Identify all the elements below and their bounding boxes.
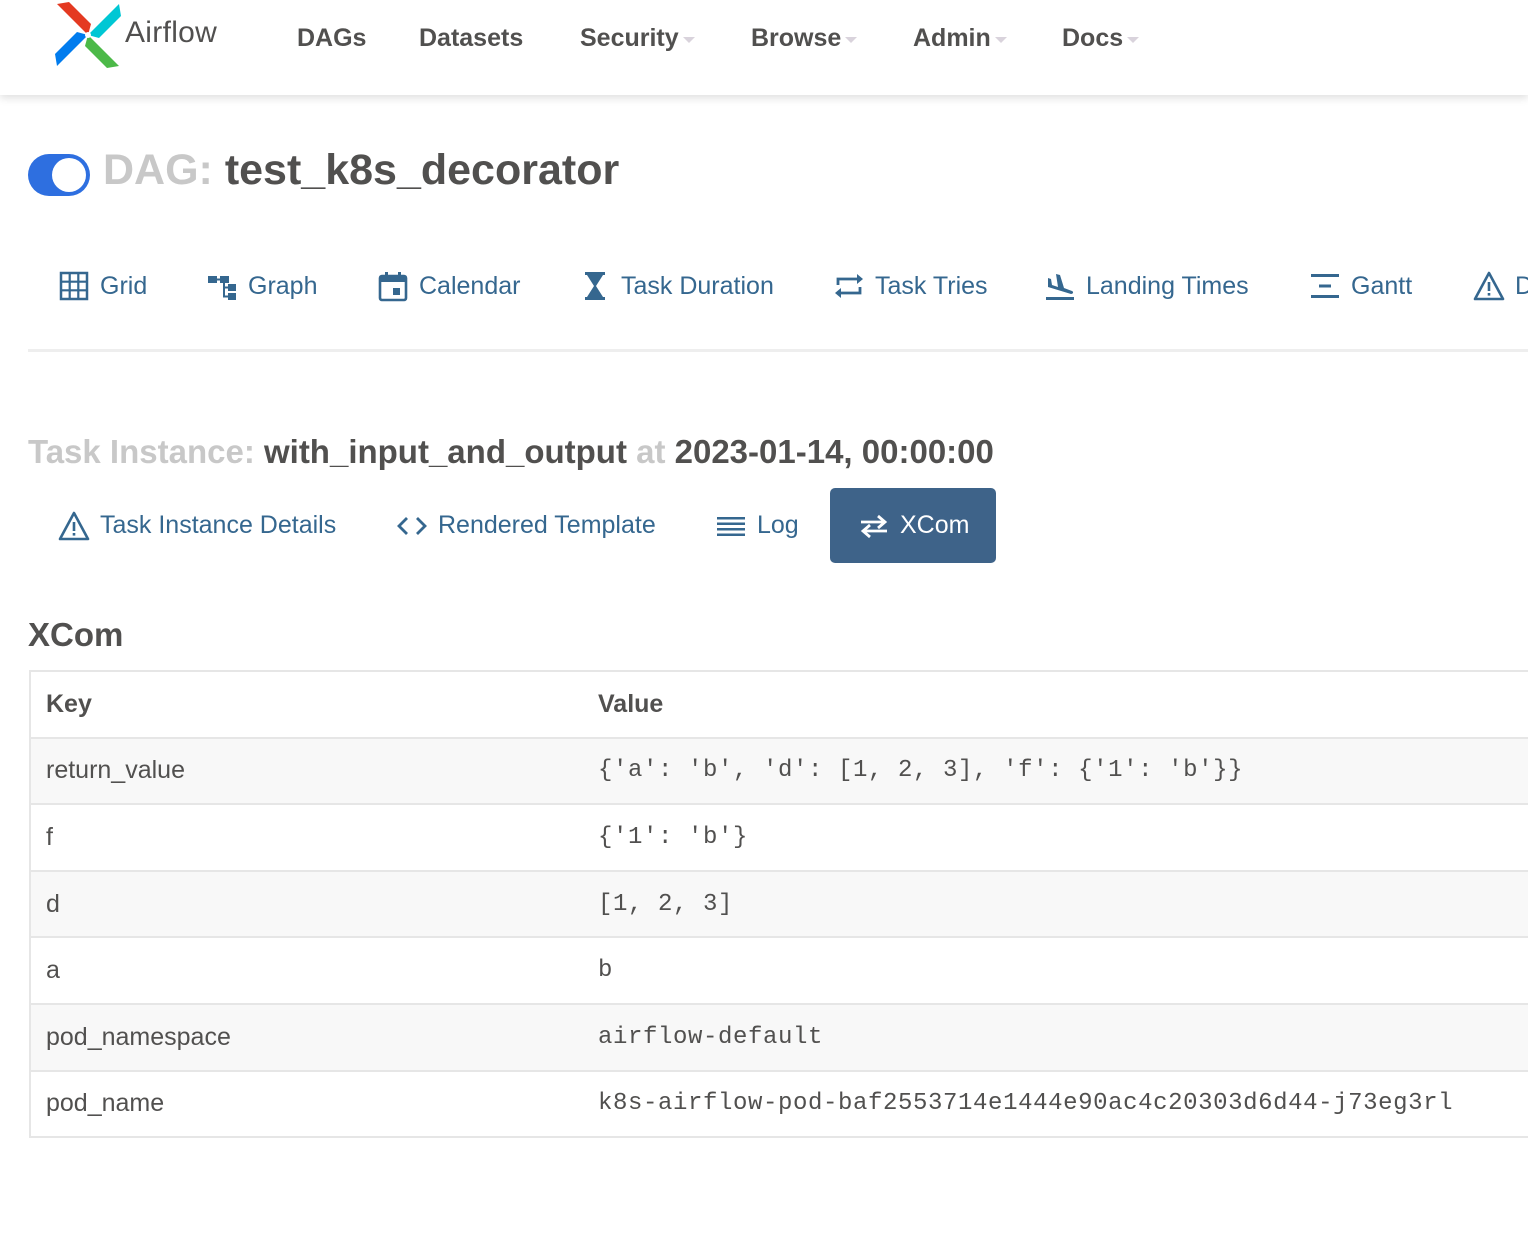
xcom-value: b	[598, 937, 1528, 1005]
nav-browse-dropdown[interactable]: Browse	[751, 24, 858, 53]
grid-icon	[59, 271, 89, 301]
tab-task-duration[interactable]: Task Duration	[579, 266, 774, 306]
tab-log[interactable]: Log	[715, 488, 799, 563]
hourglass-icon	[585, 272, 605, 300]
xcom-key: f	[30, 804, 598, 872]
list-lines-icon	[717, 516, 745, 536]
tab-calendar-label: Calendar	[419, 271, 521, 300]
table-row: pod_name k8s-airflow-pod-baf2553714e1444…	[30, 1070, 1528, 1139]
brand-name: Airflow	[125, 16, 218, 49]
at-label: at	[636, 433, 666, 470]
nav-docs-label: Docs	[1062, 24, 1124, 52]
dag-id: test_k8s_decorator	[224, 146, 620, 194]
warning-triangle-icon	[1473, 271, 1505, 301]
nav-security-label: Security	[580, 24, 679, 52]
nav-datasets[interactable]: Datasets	[419, 24, 523, 53]
nav-docs-dropdown[interactable]: Docs	[1062, 24, 1140, 53]
task-instance-prefix: Task Instance:	[28, 433, 255, 470]
xcom-value: {'a': 'b', 'd': [1, 2, 3], 'f': {'1': 'b…	[598, 737, 1528, 806]
tab-rendered-template[interactable]: Rendered Template	[396, 488, 656, 563]
xcom-value: k8s-airflow-pod-baf2553714e1444e90ac4c20…	[598, 1070, 1528, 1139]
table-row: d [1, 2, 3]	[30, 870, 1528, 939]
gantt-icon	[1311, 274, 1339, 298]
nav-admin-label: Admin	[913, 24, 991, 52]
tab-calendar[interactable]: Calendar	[377, 266, 520, 306]
tab-grid-label: Grid	[100, 271, 148, 300]
column-header-value: Value	[598, 671, 1528, 739]
execution-date: 2023-01-14, 00:00:00	[674, 433, 994, 470]
tab-grid[interactable]: Grid	[58, 266, 147, 306]
xcom-key: d	[30, 870, 598, 939]
exchange-arrows-icon	[860, 514, 888, 538]
xcom-table: Key Value return_value {'a': 'b', 'd': […	[29, 670, 1528, 1139]
retry-icon	[835, 274, 863, 298]
xcom-value: airflow-default	[598, 1003, 1528, 1072]
task-instance-title: Task Instance: with_input_and_output at …	[28, 433, 994, 471]
dag-title: DAG: test_k8s_decorator	[103, 146, 619, 195]
xcom-key: pod_name	[30, 1070, 598, 1139]
code-icon	[397, 516, 427, 535]
nav-admin-dropdown[interactable]: Admin	[913, 24, 1007, 53]
tab-landing-times[interactable]: Landing Times	[1044, 266, 1249, 306]
table-row: a b	[30, 937, 1528, 1005]
tab-task-tries[interactable]: Task Tries	[833, 266, 988, 306]
task-id: with_input_and_output	[263, 433, 627, 470]
tab-task-tries-label: Task Tries	[875, 271, 988, 300]
tab-rendered-template-label: Rendered Template	[438, 511, 656, 539]
nav-datasets-label: Datasets	[419, 24, 524, 52]
tab-xcom[interactable]: XCom	[830, 488, 996, 563]
tab-gantt-label: Gantt	[1351, 271, 1413, 300]
nav-dags[interactable]: DAGs	[297, 24, 366, 53]
caret-down-icon	[994, 37, 1007, 43]
tab-dag-details-label: D	[1515, 271, 1528, 300]
airflow-pinwheel-icon	[55, 2, 121, 68]
graph-icon	[208, 276, 236, 300]
xcom-value: {'1': 'b'}	[598, 804, 1528, 872]
tabs-divider	[28, 349, 1528, 352]
tab-dag-details[interactable]: D	[1473, 266, 1528, 306]
tab-task-duration-label: Task Duration	[621, 271, 774, 300]
warning-triangle-icon	[58, 511, 90, 540]
xcom-key: return_value	[30, 737, 598, 806]
top-navbar: Airflow DAGs Datasets Security Browse Ad…	[0, 0, 1528, 95]
toggle-knob	[52, 158, 86, 192]
nav-security-dropdown[interactable]: Security	[580, 24, 695, 53]
plane-landing-icon	[1046, 274, 1074, 300]
xcom-value: [1, 2, 3]	[598, 870, 1528, 939]
caret-down-icon	[1127, 37, 1140, 43]
caret-down-icon	[682, 37, 695, 43]
tab-landing-times-label: Landing Times	[1086, 271, 1249, 300]
tab-task-instance-details-label: Task Instance Details	[100, 511, 337, 539]
table-row: f {'1': 'b'}	[30, 804, 1528, 872]
table-header-row: Key Value	[30, 671, 1528, 739]
brand-logo-link[interactable]: Airflow	[55, 0, 217, 70]
nav-dags-label: DAGs	[297, 24, 367, 52]
xcom-key: pod_namespace	[30, 1003, 598, 1072]
caret-down-icon	[845, 37, 858, 43]
tab-log-label: Log	[757, 511, 799, 539]
calendar-icon	[378, 272, 408, 302]
table-row: return_value {'a': 'b', 'd': [1, 2, 3], …	[30, 737, 1528, 806]
xcom-section-title: XCom	[28, 616, 124, 653]
dag-pause-toggle[interactable]	[28, 154, 90, 196]
tab-xcom-label: XCom	[900, 511, 970, 539]
tab-task-instance-details[interactable]: Task Instance Details	[58, 488, 336, 563]
dag-title-prefix: DAG:	[103, 146, 213, 194]
nav-browse-label: Browse	[751, 24, 842, 52]
table-row: pod_namespace airflow-default	[30, 1003, 1528, 1072]
xcom-key: a	[30, 937, 598, 1005]
tab-gantt[interactable]: Gantt	[1309, 266, 1412, 306]
column-header-key: Key	[30, 671, 598, 739]
tab-graph[interactable]: Graph	[206, 266, 317, 306]
tab-graph-label: Graph	[248, 271, 318, 300]
